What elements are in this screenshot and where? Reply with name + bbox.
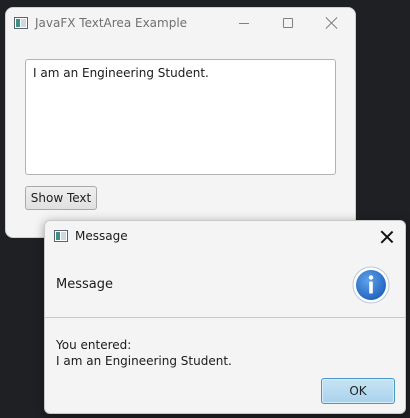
dialog-content: You entered: I am an Engineering Student…	[56, 337, 232, 369]
dialog-title: Message	[75, 229, 128, 243]
dialog-content-label: You entered:	[56, 338, 132, 352]
window-title: JavaFX TextArea Example	[35, 16, 188, 30]
maximize-button[interactable]	[266, 8, 310, 38]
info-icon	[352, 266, 390, 304]
main-titlebar[interactable]: JavaFX TextArea Example	[6, 8, 355, 38]
minimize-icon	[239, 22, 249, 24]
dialog-content-text: I am an Engineering Student.	[56, 354, 232, 368]
close-icon	[326, 17, 338, 29]
close-icon	[381, 231, 393, 243]
dialog-header-text: Message	[56, 277, 113, 292]
ok-button[interactable]: OK	[321, 378, 395, 404]
main-window: JavaFX TextArea Example I am an Engineer…	[5, 7, 356, 238]
text-area[interactable]: I am an Engineering Student.	[25, 59, 336, 175]
app-icon	[14, 17, 28, 29]
message-dialog: Message Message You entered: I am an Eng…	[44, 220, 406, 414]
minimize-button[interactable]	[222, 8, 266, 38]
close-button[interactable]	[310, 8, 354, 38]
dialog-close-button[interactable]	[379, 229, 395, 245]
text-area-content[interactable]: I am an Engineering Student.	[33, 66, 328, 80]
dialog-header: Message	[45, 251, 405, 318]
show-text-button[interactable]: Show Text	[25, 186, 97, 210]
maximize-icon	[283, 18, 293, 28]
dialog-titlebar[interactable]: Message	[45, 221, 405, 251]
dialog-app-icon	[54, 230, 68, 242]
